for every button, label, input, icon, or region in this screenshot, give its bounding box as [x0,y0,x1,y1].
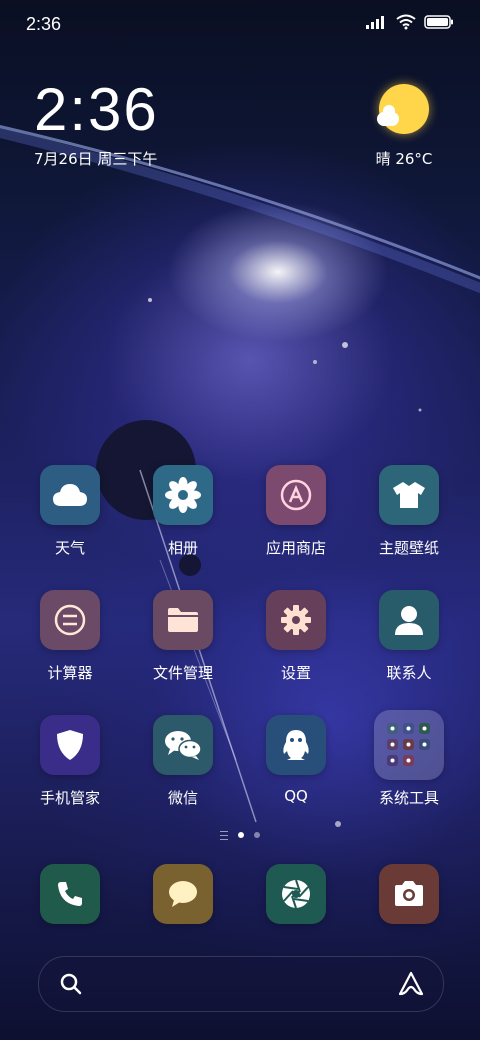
tshirt-icon [379,465,439,525]
folder-system-tools[interactable]: 系统工具 [359,710,459,808]
contact-icon [379,590,439,650]
menu-lines-icon [220,830,228,840]
clock-date: 7月26日 周三下午 [34,150,158,168]
app-themes[interactable]: 主题壁纸 [359,465,459,558]
app-row: 计算器 文件管理 设置 联系人 [0,590,480,700]
aperture-icon[interactable] [266,864,326,924]
page-indicator[interactable] [0,828,480,842]
status-icons [366,14,454,30]
app-row: 手机管家 微信 QQ 系统工具 [0,710,480,825]
dock [0,864,480,924]
app-qq[interactable]: QQ [246,715,346,805]
app-label: 系统工具 [378,789,439,807]
app-files[interactable]: 文件管理 [133,590,233,683]
app-label: QQ [284,787,308,805]
camera-icon[interactable] [379,864,439,924]
app-label: 计算器 [47,664,93,682]
phone-icon[interactable] [40,864,100,924]
app-wechat[interactable]: 微信 [133,715,233,808]
battery-icon [424,15,453,29]
qq-icon [266,715,326,775]
flower-icon [153,465,213,525]
weather-widget[interactable]: 晴 26°C [362,84,446,169]
search-icon [60,973,82,995]
app-calculator[interactable]: 计算器 [20,590,120,683]
clock-time: 2:36 [34,76,159,143]
app-settings[interactable]: 设置 [246,590,346,683]
status-time: 2:36 [26,14,62,34]
app-security[interactable]: 手机管家 [20,715,120,808]
gear-icon [266,590,326,650]
clock-widget[interactable]: 2:36 7月26日 周三下午 [34,78,159,169]
weather-text: 晴 26°C [375,150,433,168]
app-row: 天气 相册 应用商店 主题壁纸 [0,465,480,575]
signal-icon [366,16,384,29]
app-label: 相册 [167,539,198,557]
folder-grid-icon [374,710,444,780]
wifi-icon [396,14,416,30]
app-weather[interactable]: 天气 [20,465,120,558]
app-label: 天气 [54,539,85,557]
calculator-icon [40,590,100,650]
app-label: 主题壁纸 [378,539,439,557]
message-icon[interactable] [153,864,213,924]
app-contacts[interactable]: 联系人 [359,590,459,683]
app-label: 联系人 [386,664,432,682]
folder-icon [153,590,213,650]
shield-icon [40,715,100,775]
page-dot-active[interactable] [238,832,244,838]
app-gallery[interactable]: 相册 [133,465,233,558]
app-store[interactable]: 应用商店 [246,465,346,558]
cloud-icon [40,465,100,525]
search-bar[interactable] [38,956,444,1012]
app-label: 微信 [167,789,198,807]
app-store-icon [266,465,326,525]
app-label: 设置 [280,664,311,682]
page-dot[interactable] [254,832,260,838]
app-label: 应用商店 [265,539,326,557]
assistant-icon[interactable] [397,970,425,998]
app-label: 文件管理 [152,664,213,682]
sun-cloud-icon [377,84,429,134]
wechat-icon [153,715,213,775]
status-bar: 2:36 [0,0,480,52]
app-label: 手机管家 [39,789,100,807]
